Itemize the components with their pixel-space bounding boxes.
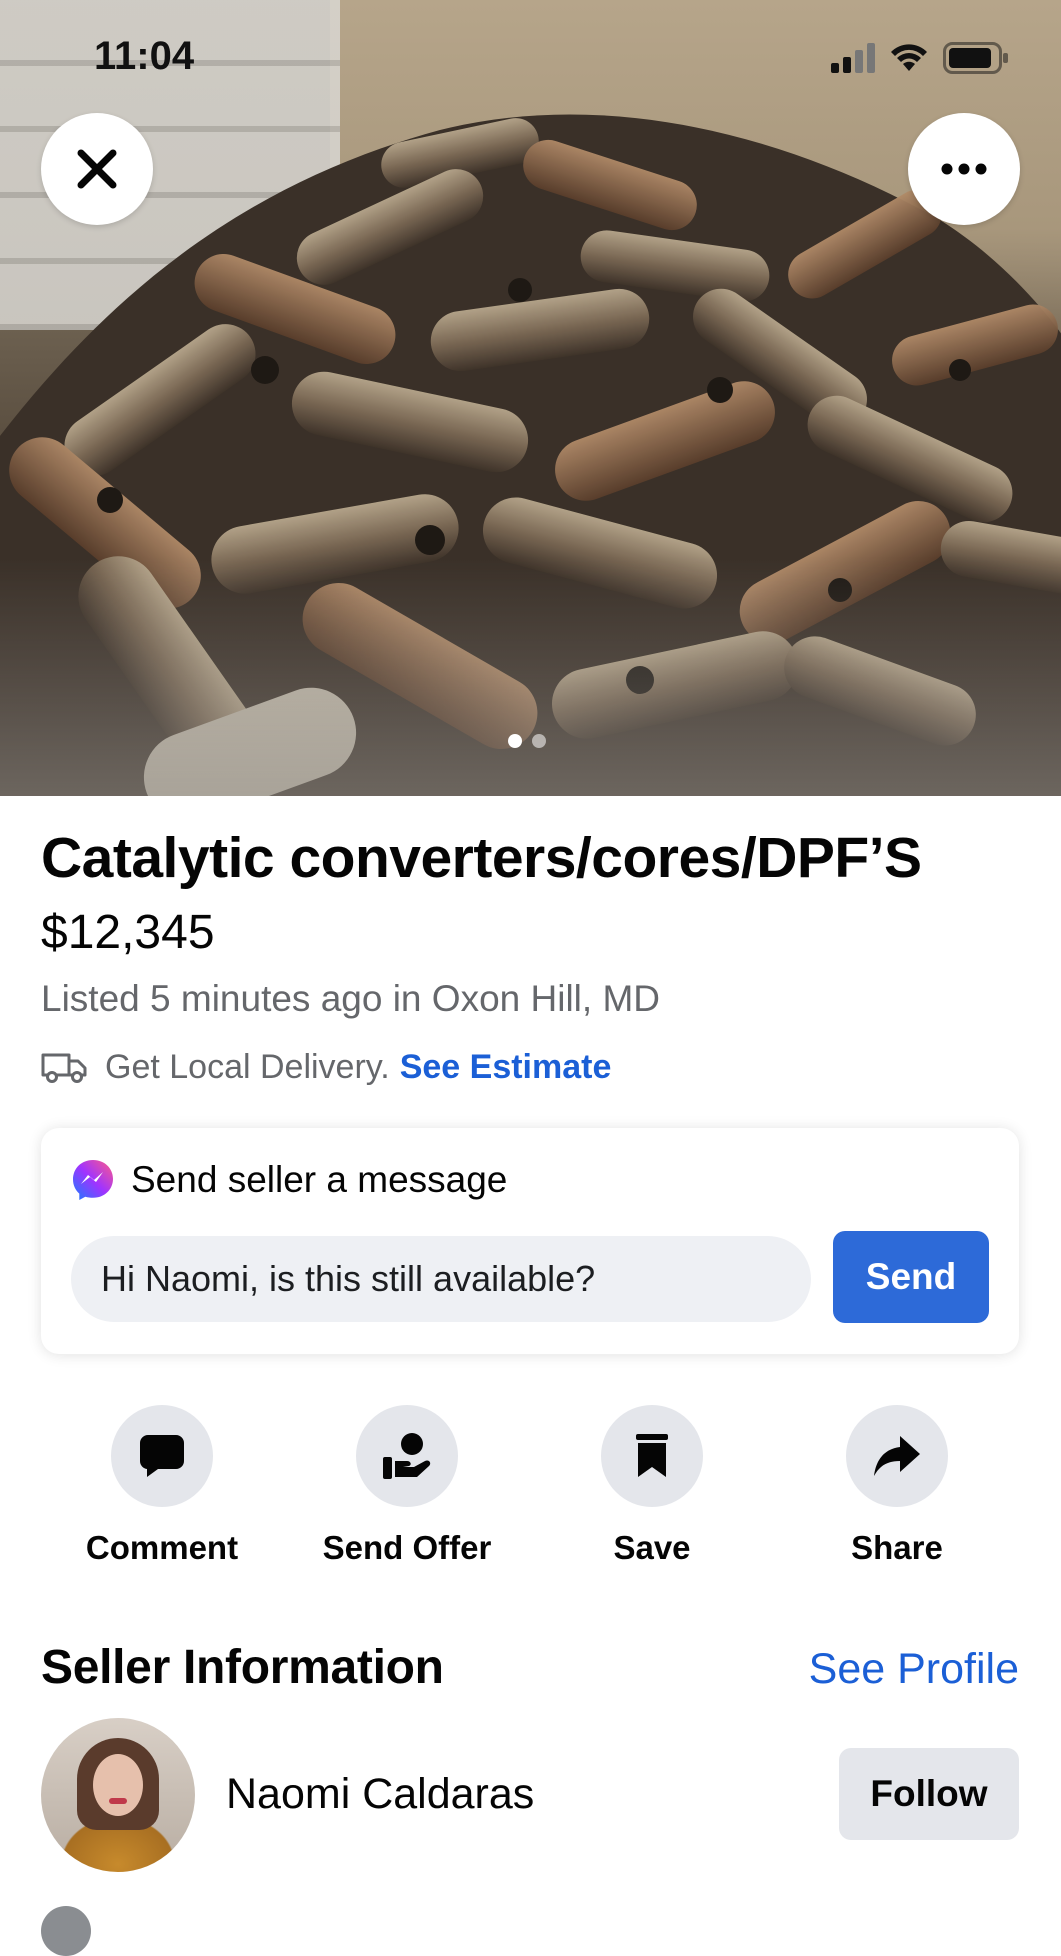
listing-photo[interactable]: 11:04 bbox=[0, 0, 1061, 796]
more-options-button[interactable] bbox=[908, 113, 1020, 225]
seller-name[interactable]: Naomi Caldaras bbox=[226, 1770, 534, 1819]
see-estimate-link[interactable]: See Estimate bbox=[400, 1048, 612, 1087]
avatar-face bbox=[93, 1754, 143, 1816]
photo-pager[interactable] bbox=[508, 734, 546, 748]
more-icon bbox=[941, 163, 987, 175]
share-icon bbox=[874, 1436, 920, 1476]
comment-action-circle[interactable] bbox=[111, 1405, 213, 1507]
next-section-avatar-peek bbox=[41, 1906, 91, 1956]
seller-info-heading: Seller Information bbox=[41, 1641, 444, 1694]
share-action-circle[interactable] bbox=[846, 1405, 948, 1507]
bookmark-icon bbox=[636, 1434, 668, 1477]
truck-icon bbox=[41, 1053, 87, 1083]
avatar-lips bbox=[109, 1798, 127, 1804]
offer-icon bbox=[383, 1433, 431, 1479]
save-action-circle[interactable] bbox=[601, 1405, 703, 1507]
close-button[interactable] bbox=[41, 113, 153, 225]
send-button[interactable]: Send bbox=[833, 1231, 989, 1323]
close-icon bbox=[77, 149, 117, 189]
wifi-icon bbox=[891, 44, 927, 71]
message-input[interactable] bbox=[71, 1236, 811, 1322]
share-action[interactable]: Share bbox=[782, 1405, 1012, 1567]
comment-action[interactable]: Comment bbox=[47, 1405, 277, 1567]
comment-label: Comment bbox=[85, 1529, 239, 1566]
status-time: 11:04 bbox=[94, 34, 195, 78]
comment-icon bbox=[139, 1435, 184, 1477]
battery-icon bbox=[943, 42, 1008, 74]
send-offer-action-circle[interactable] bbox=[356, 1405, 458, 1507]
photo-floor-region bbox=[0, 556, 1061, 796]
save-action[interactable]: Save bbox=[537, 1405, 767, 1567]
signal-icon bbox=[831, 43, 875, 73]
action-row: Comment Send Offer Save Share bbox=[0, 1405, 1061, 1567]
seller-avatar[interactable] bbox=[41, 1718, 195, 1872]
listing-meta: Listed 5 minutes ago in Oxon Hill, MD bbox=[41, 978, 660, 1019]
messenger-icon bbox=[73, 1160, 113, 1200]
status-bar: 11:04 bbox=[0, 0, 1061, 110]
message-card-header: Send seller a message bbox=[71, 1158, 507, 1202]
delivery-row: Get Local Delivery. See Estimate bbox=[41, 1045, 611, 1089]
message-card-title: Send seller a message bbox=[131, 1159, 508, 1200]
share-label: Share bbox=[851, 1529, 943, 1566]
photo-pager-dot-active[interactable] bbox=[508, 734, 522, 748]
message-seller-card: Send seller a message Send bbox=[41, 1128, 1019, 1354]
send-offer-action[interactable]: Send Offer bbox=[292, 1405, 522, 1567]
status-icons bbox=[831, 40, 1009, 76]
see-profile-link[interactable]: See Profile bbox=[809, 1645, 1019, 1694]
delivery-text: Get Local Delivery. bbox=[105, 1047, 390, 1086]
listing-title: Catalytic converters/cores/DPF’S bbox=[41, 826, 922, 890]
photo-pager-dot[interactable] bbox=[532, 734, 546, 748]
follow-button[interactable]: Follow bbox=[839, 1748, 1019, 1840]
save-label: Save bbox=[613, 1529, 691, 1566]
send-offer-label: Send Offer bbox=[322, 1529, 492, 1566]
listing-price: $12,345 bbox=[41, 906, 215, 959]
